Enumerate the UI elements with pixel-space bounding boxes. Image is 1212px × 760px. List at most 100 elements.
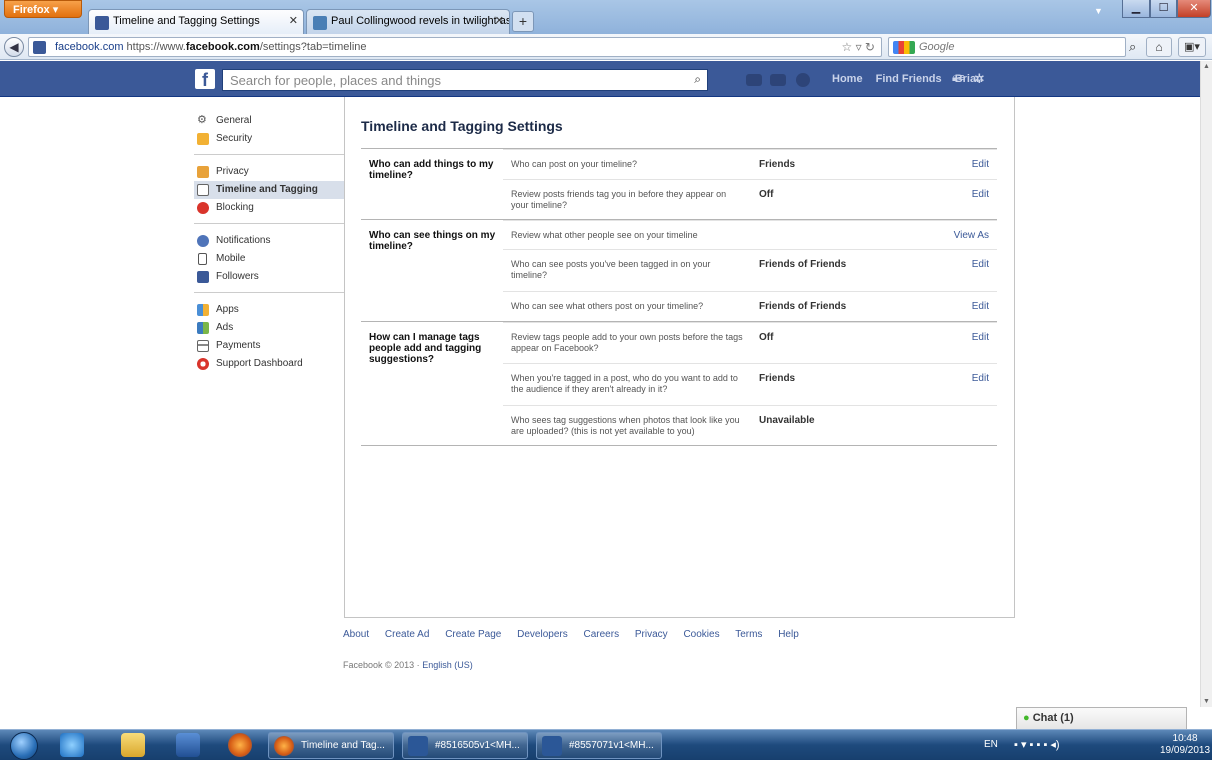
edit-link[interactable]: Edit [972,332,989,343]
close-tab-icon[interactable]: ✕ [495,14,504,27]
nav-home[interactable]: Home [832,73,863,85]
sidebar-item-timeline-and-tagging[interactable]: Timeline and Tagging [194,181,344,199]
nav-find-friends[interactable]: Find Friends [876,73,942,85]
sidebar-item-label: Security [216,133,253,144]
setting-row[interactable]: Review tags people add to your own posts… [503,322,997,363]
url-prefix: https://www. [126,41,186,53]
edit-link[interactable]: Edit [972,259,989,270]
edit-link[interactable]: Edit [972,159,989,170]
taskbar-task-firefox[interactable]: Timeline and Tag... [268,732,394,759]
sidebar-item-ads[interactable]: Ads [194,319,344,337]
tab-collingwood-article[interactable]: Paul Collingwood revels in twilight as..… [306,9,510,34]
close-tab-icon[interactable]: ✕ [289,14,298,27]
url-bar[interactable]: facebook.com https://www.facebook.com/se… [28,37,882,57]
search-input[interactable]: Google [888,37,1126,57]
setting-value: Friends [759,373,796,384]
sidebar-item-general[interactable]: ⚙ General [194,112,344,130]
start-button[interactable] [10,732,38,760]
new-tab-button[interactable]: + [512,11,534,32]
windows-taskbar: Timeline and Tag... #8516505v1<MH... #85… [0,729,1212,760]
google-engine-icon[interactable] [893,41,915,54]
footer-link-developers[interactable]: Developers [517,629,568,640]
explorer-folder-icon[interactable] [121,733,145,757]
lifebuoy-icon [197,358,209,370]
system-tray-icons[interactable]: ▪ ▾ ▪ ▪ ▪ ◂) [1014,738,1154,752]
system-clock[interactable]: 10:48 19/09/2013 [1160,733,1210,757]
taskbar-task-word-2[interactable]: #8557071v1<MH... [536,732,662,759]
view-as-link[interactable]: View As [954,230,989,241]
footer-link-careers[interactable]: Careers [584,629,620,640]
privacy-shortcuts-icon[interactable]: 🔒︎≡ [952,72,964,85]
setting-row[interactable]: Review what other people see on your tim… [503,220,997,249]
sidebar-item-privacy[interactable]: Privacy [194,163,344,181]
home-button[interactable]: ⌂ [1146,37,1172,57]
firefox-icon[interactable] [228,733,252,757]
bookmarks-button[interactable]: ▣▾ [1178,37,1206,57]
sidebar-item-notifications[interactable]: Notifications [194,232,344,250]
sidebar-item-support-dashboard[interactable]: Support Dashboard [194,355,344,373]
scroll-up-icon[interactable]: ▲ [1203,63,1210,70]
footer-link-terms[interactable]: Terms [735,629,762,640]
footer-link-cookies[interactable]: Cookies [683,629,719,640]
footer-link-privacy[interactable]: Privacy [635,629,668,640]
footer-link-create-ad[interactable]: Create Ad [385,629,429,640]
close-window-button[interactable]: ✕ [1177,0,1211,18]
sidebar-item-blocking[interactable]: Blocking [194,199,344,217]
gear-icon[interactable]: ✲ [974,71,985,87]
maximize-button[interactable]: ☐ [1150,0,1177,18]
friend-requests-icon[interactable] [746,74,762,86]
internet-explorer-icon[interactable] [60,733,84,757]
language-indicator[interactable]: EN [984,739,998,750]
lock-icon [197,166,209,178]
page-scrollbar[interactable]: ▲ ▼ [1200,61,1212,707]
back-button[interactable]: ◀ [4,37,24,57]
language-link[interactable]: English (US) [422,660,473,670]
section-heading: Who can add things to my timeline? [369,159,494,181]
sidebar-item-payments[interactable]: Payments [194,337,344,355]
navigation-toolbar: ◀ facebook.com https://www.facebook.com/… [0,34,1212,60]
tab-list-chevron-icon[interactable]: ▼ [1094,6,1103,16]
search-icon[interactable]: ⌕ [694,72,701,87]
clock-date: 19/09/2013 [1160,745,1211,756]
site-identity-icon[interactable] [33,41,46,54]
url-text: https://www.facebook.com/settings?tab=ti… [127,41,367,53]
setting-question: Review posts friends tag you in before t… [511,189,727,210]
setting-row[interactable]: When you're tagged in a post, who do you… [503,363,997,405]
chat-tab[interactable]: ● Chat (1) [1016,707,1187,729]
setting-row[interactable]: Who can post on your timeline? Friends Edi… [503,149,997,179]
news-favicon-icon [313,16,327,30]
firefox-menu-button[interactable]: Firefox ▾ [4,0,82,18]
scroll-down-icon[interactable]: ▼ [1203,698,1210,705]
facebook-search-input[interactable]: Search for people, places and things ⌕ [222,69,708,91]
sidebar-divider [194,154,344,155]
setting-row[interactable]: Review posts friends tag you in before t… [503,179,997,219]
media-player-icon[interactable] [176,733,200,757]
edit-link[interactable]: Edit [972,301,989,312]
footer-link-about[interactable]: About [343,629,369,640]
edit-link[interactable]: Edit [972,373,989,384]
notifications-globe-icon[interactable] [796,73,810,87]
facebook-logo[interactable]: f [195,69,215,90]
sidebar-item-security[interactable]: Security [194,130,344,148]
sidebar-item-label: General [216,115,252,126]
edit-link[interactable]: Edit [972,189,989,200]
search-icon[interactable]: ⌕ [1129,39,1136,55]
footer-link-create-page[interactable]: Create Page [445,629,501,640]
sidebar-item-apps[interactable]: Apps [194,301,344,319]
setting-row[interactable]: Who can see posts you've been tagged in … [503,249,997,291]
sidebar-item-label: Timeline and Tagging [216,184,318,195]
facebook-favicon-icon [95,16,109,30]
sidebar-item-followers[interactable]: Followers [194,268,344,286]
sidebar-item-mobile[interactable]: Mobile [194,250,344,268]
bookmark-star-icon[interactable]: ☆ ▿ ↻ [841,40,875,54]
taskbar-task-word-1[interactable]: #8516505v1<MH... [402,732,528,759]
messages-icon[interactable] [770,74,786,86]
sidebar-divider [194,292,344,293]
tab-timeline-settings[interactable]: Timeline and Tagging Settings ✕ [88,9,304,34]
sidebar-item-label: Notifications [216,235,271,246]
task-label: #8557071v1<MH... [569,740,654,751]
minimize-button[interactable]: ▁ [1122,0,1150,18]
sidebar-item-label: Ads [216,322,234,333]
setting-row[interactable]: Who can see what others post on your tim… [503,291,997,321]
footer-link-help[interactable]: Help [778,629,799,640]
